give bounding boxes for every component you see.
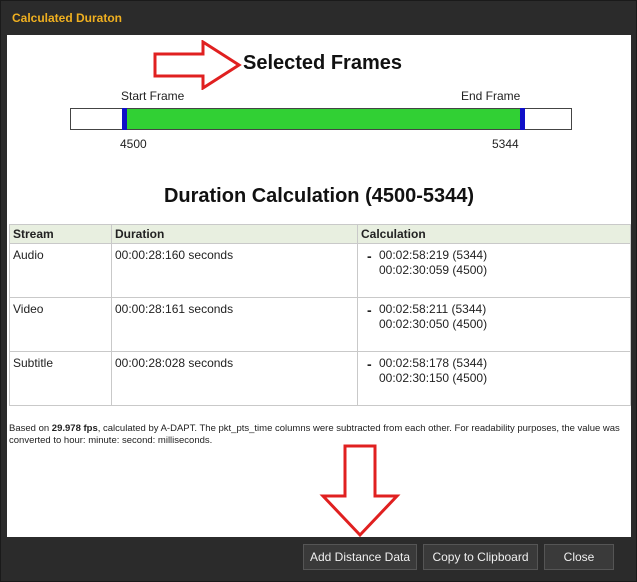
footnote-prefix: Based on: [9, 423, 52, 434]
add-distance-data-button[interactable]: Add Distance Data: [303, 544, 417, 570]
calc-start-time: 00:02:30:050 (4500): [379, 317, 488, 331]
header-calculation: Calculation: [357, 224, 631, 244]
end-frame-value: 5344: [492, 137, 519, 151]
duration-cell: 00:00:28:161 seconds: [111, 297, 358, 352]
calc-start-time: 00:02:30:150 (4500): [379, 371, 488, 385]
stream-cell: Video: [9, 297, 112, 352]
table-row: Subtitle 00:00:28:028 seconds - 00:02:58…: [9, 351, 631, 406]
calc-end-time: 00:02:58:219 (5344): [379, 248, 488, 262]
start-frame-value: 4500: [120, 137, 147, 151]
table-header-row: Stream Duration Calculation: [9, 224, 631, 244]
red-arrow-right-annotation: [153, 40, 242, 90]
close-button[interactable]: Close: [544, 544, 614, 570]
header-stream: Stream: [9, 224, 112, 244]
calculated-duration-dialog: Calculated Duraton Selected Frames Start…: [0, 0, 637, 582]
duration-cell: 00:00:28:028 seconds: [111, 351, 358, 406]
duration-calculation-heading: Duration Calculation (4500-5344): [163, 185, 475, 207]
duration-table: Stream Duration Calculation Audio 00:00:…: [9, 224, 631, 406]
frame-range-bar: [70, 108, 572, 130]
fps-footnote: Based on 29.978 fps, calculated by A-DAP…: [9, 423, 625, 447]
calc-end-time: 00:02:58:211 (5344): [379, 302, 487, 316]
selected-range-fill: [124, 109, 522, 129]
start-frame-marker[interactable]: [122, 108, 127, 130]
footnote-fps: 29.978 fps: [51, 423, 98, 434]
red-arrow-down-annotation: [319, 444, 401, 538]
copy-to-clipboard-button[interactable]: Copy to Clipboard: [423, 544, 538, 570]
minus-sign: -: [367, 356, 372, 372]
table-row: Video 00:00:28:161 seconds - 00:02:58:21…: [9, 297, 631, 352]
start-frame-label: Start Frame: [121, 89, 185, 103]
duration-cell: 00:00:28:160 seconds: [111, 243, 358, 298]
minus-sign: -: [367, 248, 372, 264]
selected-frames-heading: Selected Frames: [243, 52, 402, 74]
minus-sign: -: [367, 302, 372, 318]
table-row: Audio 00:00:28:160 seconds - 00:02:58:21…: [9, 243, 631, 298]
calc-end-time: 00:02:58:178 (5344): [379, 356, 488, 370]
end-frame-marker[interactable]: [520, 108, 525, 130]
end-frame-label: End Frame: [461, 89, 521, 103]
title-bar[interactable]: Calculated Duraton: [1, 1, 636, 35]
stream-cell: Audio: [9, 243, 112, 298]
window-title: Calculated Duraton: [12, 11, 123, 25]
calculation-cell: - 00:02:58:211 (5344) 00:02:30:050 (4500…: [357, 297, 631, 352]
footnote-suffix: , calculated by A-DAPT. The pkt_pts_time…: [9, 423, 620, 446]
stream-cell: Subtitle: [9, 351, 112, 406]
calculation-cell: - 00:02:58:219 (5344) 00:02:30:059 (4500…: [357, 243, 631, 298]
button-bar: Add Distance Data Copy to Clipboard Clos…: [7, 538, 631, 578]
header-duration: Duration: [111, 224, 358, 244]
calculation-cell: - 00:02:58:178 (5344) 00:02:30:150 (4500…: [357, 351, 631, 406]
dialog-content: Selected Frames Start Frame End Frame 45…: [7, 35, 631, 538]
calc-start-time: 00:02:30:059 (4500): [379, 263, 488, 277]
